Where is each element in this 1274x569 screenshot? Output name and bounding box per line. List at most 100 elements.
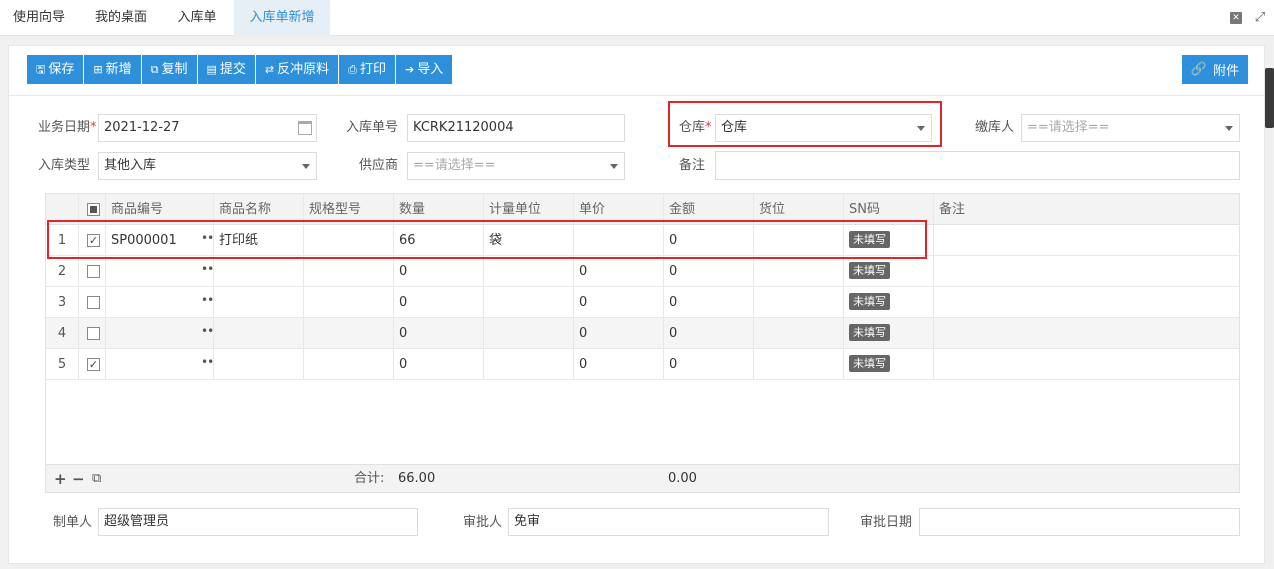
- approve-date-field[interactable]: [919, 508, 1240, 536]
- import-icon: ➔: [404, 63, 415, 76]
- cell-unit[interactable]: [484, 256, 574, 287]
- select-all-checkbox[interactable]: [87, 203, 100, 216]
- attach-button[interactable]: 🔗 附件: [1182, 55, 1248, 84]
- tab-inbound-add[interactable]: 入库单新增: [234, 0, 330, 36]
- cell-remark[interactable]: [934, 287, 1239, 318]
- row-checkbox[interactable]: [87, 265, 100, 278]
- cell-sn[interactable]: 未填写: [844, 287, 934, 318]
- attach-label: 附件: [1213, 64, 1240, 79]
- cell-amount[interactable]: 0: [664, 349, 754, 380]
- link-icon: 🔗: [1190, 62, 1208, 77]
- cell-name[interactable]: [214, 287, 304, 318]
- cell-remark[interactable]: [934, 225, 1239, 256]
- tab-bar: 使用向导 我的桌面 入库单 入库单新增 ✕ ⤢: [0, 0, 1274, 36]
- reverse-button[interactable]: ⇄ 反冲原料: [255, 55, 340, 84]
- more-dots-icon[interactable]: •••: [201, 256, 213, 282]
- more-dots-icon[interactable]: •••: [201, 287, 213, 313]
- cell-spec[interactable]: [304, 318, 394, 349]
- type-label: 入库类型: [38, 158, 91, 173]
- cell-name[interactable]: [214, 256, 304, 287]
- col-remark[interactable]: 备注: [934, 194, 1239, 225]
- cell-price[interactable]: 0: [574, 287, 664, 318]
- sn-status-badge[interactable]: 未填写: [849, 324, 890, 341]
- copy-row-icon[interactable]: ⧉: [92, 465, 101, 493]
- cell-spec[interactable]: [304, 287, 394, 318]
- cell-remark[interactable]: [934, 349, 1239, 380]
- cell-name[interactable]: [214, 318, 304, 349]
- row-checkbox[interactable]: [87, 296, 100, 309]
- approver-field[interactable]: 免审: [508, 508, 829, 536]
- cell-unit[interactable]: [484, 349, 574, 380]
- scrollbar-thumb[interactable]: [1265, 68, 1274, 128]
- cell-price[interactable]: 0: [574, 318, 664, 349]
- row-checkbox[interactable]: [87, 327, 100, 340]
- cell-amount[interactable]: 0: [664, 256, 754, 287]
- import-button[interactable]: ➔ 导入: [395, 55, 453, 84]
- cell-loc[interactable]: [754, 318, 844, 349]
- cell-remark[interactable]: [934, 256, 1239, 287]
- cell-spec[interactable]: [304, 349, 394, 380]
- payer-select[interactable]: ==请选择==: [1021, 114, 1240, 142]
- cell-loc[interactable]: [754, 256, 844, 287]
- print-button[interactable]: ⎙ 打印: [339, 55, 396, 84]
- biz-date-field[interactable]: 2021-12-27: [98, 114, 317, 142]
- divider: [9, 95, 1264, 96]
- submit-button[interactable]: ▤ 提交: [197, 55, 256, 84]
- copy-button[interactable]: ⧉ 复制: [141, 55, 198, 84]
- total-qty: 66.00: [398, 471, 436, 486]
- cell-spec[interactable]: [304, 256, 394, 287]
- cell-sn[interactable]: 未填写: [844, 349, 934, 380]
- cell-code[interactable]: •••: [106, 256, 214, 287]
- table-row[interactable]: 5 ✓ ••• 0 0 0 未填写: [46, 349, 1239, 380]
- cell-sn[interactable]: 未填写: [844, 318, 934, 349]
- table-row[interactable]: 3 ••• 0 0 0 未填写: [46, 287, 1239, 318]
- close-tab-icon[interactable]: ✕: [1230, 12, 1242, 24]
- table-row[interactable]: 2 ••• 0 0 0 未填写: [46, 256, 1239, 287]
- cell-sn[interactable]: 未填写: [844, 256, 934, 287]
- more-dots-icon[interactable]: •••: [201, 349, 213, 375]
- cell-price-text: 0: [579, 264, 588, 279]
- cell-loc[interactable]: [754, 349, 844, 380]
- cell-unit[interactable]: [484, 287, 574, 318]
- fullscreen-icon[interactable]: ⤢: [1254, 11, 1266, 24]
- cell-code[interactable]: •••: [106, 349, 214, 380]
- remove-row-icon[interactable]: −: [72, 465, 85, 493]
- cell-price-text: 0: [579, 357, 588, 372]
- more-dots-icon[interactable]: •••: [201, 318, 213, 344]
- cell-qty[interactable]: 0: [394, 349, 484, 380]
- copy-icon: ⧉: [150, 63, 159, 76]
- cell-loc[interactable]: [754, 287, 844, 318]
- supplier-select[interactable]: ==请选择==: [407, 152, 625, 180]
- cell-qty[interactable]: 0: [394, 256, 484, 287]
- cell-unit[interactable]: [484, 318, 574, 349]
- add-label: 新增: [105, 62, 132, 77]
- sn-status-badge[interactable]: 未填写: [849, 262, 890, 279]
- add-button[interactable]: ⊞ 新增: [84, 55, 142, 84]
- row-checkbox[interactable]: ✓: [87, 358, 100, 371]
- cell-name[interactable]: [214, 349, 304, 380]
- cell-amount[interactable]: 0: [664, 318, 754, 349]
- remark-field[interactable]: [715, 151, 1240, 180]
- sn-status-badge[interactable]: 未填写: [849, 293, 890, 310]
- type-select[interactable]: 其他入库: [98, 152, 317, 180]
- tab-desktop[interactable]: 我的桌面: [82, 0, 160, 36]
- cell-code[interactable]: •••: [106, 318, 214, 349]
- cell-amount[interactable]: 0: [664, 287, 754, 318]
- order-no-field[interactable]: KCRK21120004: [407, 114, 625, 142]
- table-row[interactable]: 4 ••• 0 0 0 未填写: [46, 318, 1239, 349]
- cell-price[interactable]: 0: [574, 349, 664, 380]
- cell-qty[interactable]: 0: [394, 287, 484, 318]
- add-row-icon[interactable]: +: [54, 465, 67, 493]
- maker-field[interactable]: 超级管理员: [98, 508, 418, 536]
- cell-qty[interactable]: 0: [394, 318, 484, 349]
- sn-status-badge[interactable]: 未填写: [849, 355, 890, 372]
- reverse-label: 反冲原料: [277, 62, 330, 77]
- calendar-icon[interactable]: [298, 121, 312, 135]
- cell-code[interactable]: •••: [106, 287, 214, 318]
- cell-price[interactable]: 0: [574, 256, 664, 287]
- tab-guide[interactable]: 使用向导: [0, 0, 78, 36]
- save-button[interactable]: 🖫 保存: [27, 55, 85, 84]
- approve-date-label: 审批日期: [860, 515, 913, 530]
- cell-remark[interactable]: [934, 318, 1239, 349]
- tab-inbound-list[interactable]: 入库单: [164, 0, 230, 36]
